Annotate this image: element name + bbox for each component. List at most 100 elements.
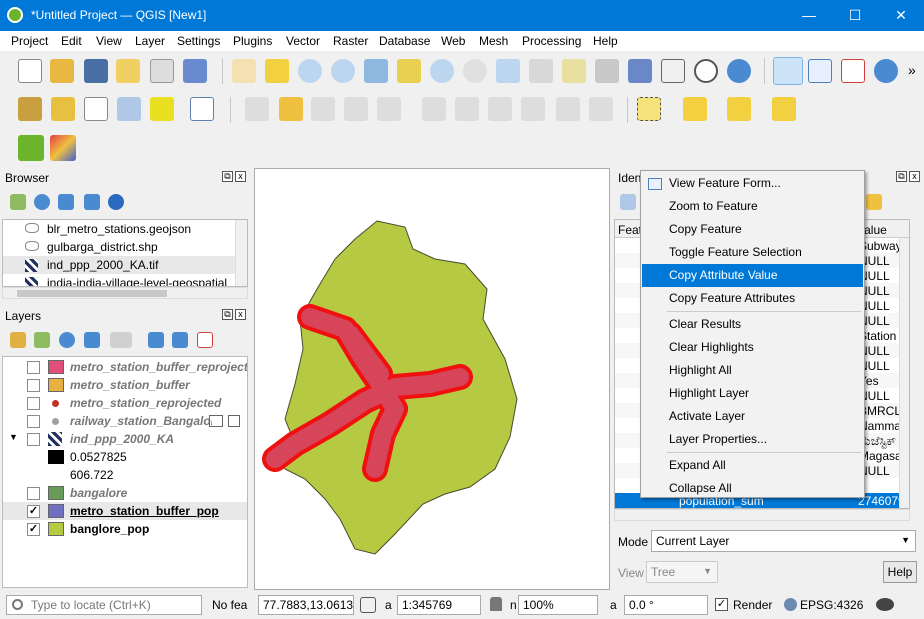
map-canvas[interactable] [254, 168, 610, 590]
cut-features-icon[interactable] [455, 97, 479, 121]
layer-item[interactable]: ✓ metro_station_buffer_pop [3, 502, 247, 520]
magnifier-field[interactable]: 100% [518, 595, 598, 615]
new-3d-map-icon[interactable] [595, 59, 619, 83]
layer-item[interactable]: metro_station_reprojected [3, 394, 247, 412]
layer-indicator-icon[interactable] [209, 415, 223, 427]
identify-settings-pencil-icon[interactable] [866, 194, 882, 210]
help-button[interactable]: Help [883, 561, 917, 583]
mouse-coordinate-icon[interactable] [360, 597, 376, 613]
layer-item[interactable]: railway_station_Bangalore [3, 412, 247, 430]
menu-plugins[interactable]: Plugins [233, 34, 272, 48]
new-map-view-icon[interactable] [562, 59, 586, 83]
layer-item[interactable]: metro_station_buffer [3, 376, 247, 394]
new-virtual-layer-icon[interactable] [150, 97, 174, 121]
float-panel-icon[interactable]: ⧉ [222, 171, 233, 182]
manage-visibility-eye-icon[interactable] [59, 332, 75, 348]
context-menu-item-copy-feature[interactable]: Copy Feature [642, 218, 863, 241]
locator-search-icon[interactable] [18, 135, 44, 161]
context-menu-item-collapse-all[interactable]: Collapse All [642, 477, 863, 500]
context-menu-item-clear-highlights[interactable]: Clear Highlights [642, 336, 863, 359]
menu-raster[interactable]: Raster [333, 34, 368, 48]
mode-select[interactable]: Current Layer ▼ [651, 530, 916, 552]
browser-item[interactable]: ind_ppp_2000_KA.tif [47, 256, 158, 274]
context-menu-item-view-feature-form[interactable]: View Feature Form... [642, 172, 863, 195]
undo-icon[interactable] [556, 97, 580, 121]
new-print-layout-icon[interactable] [116, 59, 140, 83]
browser-refresh-icon[interactable] [34, 194, 50, 210]
plugin-tool-icon[interactable] [50, 135, 76, 161]
layer-visibility-checkbox[interactable]: ✓ [27, 523, 40, 536]
layer-visibility-checkbox[interactable] [27, 379, 40, 392]
zoom-native-icon[interactable] [463, 59, 487, 83]
context-menu-item-toggle-feature-selection[interactable]: Toggle Feature Selection [642, 241, 863, 264]
zoom-full-icon[interactable] [364, 59, 388, 83]
refresh-icon[interactable] [727, 59, 751, 83]
coordinate-field[interactable]: 77.7883,13.0613 [258, 595, 354, 615]
layer-visibility-checkbox[interactable] [27, 397, 40, 410]
float-panel-icon[interactable]: ⧉ [896, 171, 907, 182]
layer-item[interactable]: ▼ ind_ppp_2000_KA [3, 430, 247, 448]
redo-icon[interactable] [589, 97, 613, 121]
collapse-all-layers-icon[interactable] [172, 332, 188, 348]
zoom-to-layer-icon[interactable] [430, 59, 454, 83]
context-menu-item-activate-layer[interactable]: Activate Layer [642, 405, 863, 428]
context-menu-item-expand-all[interactable]: Expand All [642, 454, 863, 477]
show-bookmarks-icon[interactable] [661, 59, 685, 83]
rotation-field[interactable]: 0.0 ° [624, 595, 708, 615]
menu-database[interactable]: Database [379, 34, 430, 48]
style-manager-icon[interactable] [150, 59, 174, 83]
new-geopackage-layer-icon[interactable] [51, 97, 75, 121]
more-tools-chevron-icon[interactable]: » [908, 62, 916, 78]
menu-web[interactable]: Web [441, 34, 465, 48]
layer-item[interactable]: ✓ banglore_pop [3, 520, 247, 538]
context-menu-item-zoom-to-feature[interactable]: Zoom to Feature [642, 195, 863, 218]
remove-layer-icon[interactable] [197, 332, 213, 348]
save-project-icon[interactable] [84, 59, 108, 83]
new-project-icon[interactable] [18, 59, 42, 83]
locator-input[interactable]: Type to locate (Ctrl+K) [6, 595, 202, 615]
crs-label[interactable]: EPSG:4326 [800, 598, 863, 612]
context-menu-item-copy-attribute-value[interactable]: Copy Attribute Value [642, 264, 863, 287]
results-horizontal-scrollbar[interactable] [614, 509, 910, 521]
select-by-location-icon[interactable] [772, 97, 796, 121]
open-project-icon[interactable] [50, 59, 74, 83]
new-temporary-layer-icon[interactable] [117, 97, 141, 121]
filter-indicator-icon[interactable] [228, 415, 240, 427]
render-checkbox[interactable]: ✓ [715, 598, 728, 611]
select-features-icon[interactable] [637, 97, 661, 121]
menu-mesh[interactable]: Mesh [479, 34, 508, 48]
menu-help[interactable]: Help [593, 34, 618, 48]
scale-field[interactable]: 1:345769 [397, 595, 481, 615]
add-selected-layers-icon[interactable] [10, 194, 26, 210]
context-menu-item-highlight-all[interactable]: Highlight All [642, 359, 863, 382]
layer-visibility-checkbox[interactable]: ✓ [27, 505, 40, 518]
context-menu-item-clear-results[interactable]: Clear Results [642, 313, 863, 336]
lock-scale-icon[interactable] [490, 597, 502, 611]
current-edits-icon[interactable] [245, 97, 269, 121]
vertex-tool-disabled-icon[interactable] [377, 97, 401, 121]
layer-visibility-checkbox[interactable] [27, 433, 40, 446]
context-menu-item-layer-properties[interactable]: Layer Properties... [642, 428, 863, 451]
settings-gear-icon[interactable] [874, 59, 898, 83]
identify-features-icon[interactable] [773, 57, 803, 85]
new-shapefile-icon[interactable] [84, 97, 108, 121]
close-panel-icon[interactable]: x [235, 171, 246, 182]
expand-all-icon[interactable] [148, 332, 164, 348]
menu-processing[interactable]: Processing [522, 34, 581, 48]
messages-icon[interactable] [876, 598, 894, 611]
zoom-out-icon[interactable] [331, 59, 355, 83]
new-bookmark-icon[interactable] [628, 59, 652, 83]
save-edits-icon[interactable] [311, 97, 335, 121]
view-select[interactable]: Tree ▼ [646, 561, 718, 583]
layer-item[interactable]: metro_station_buffer_reprojected [3, 358, 247, 376]
close-panel-icon[interactable]: x [235, 309, 246, 320]
results-vertical-scrollbar[interactable] [899, 238, 909, 508]
deselect-all-icon[interactable] [727, 97, 751, 121]
select-by-expression-icon[interactable] [683, 97, 707, 121]
add-feature-icon[interactable] [344, 97, 368, 121]
expand-tree-icon[interactable] [620, 194, 636, 210]
paste-features-icon[interactable] [521, 97, 545, 121]
python-console-icon[interactable] [183, 59, 207, 83]
layer-visibility-checkbox[interactable] [27, 361, 40, 374]
menu-settings[interactable]: Settings [177, 34, 220, 48]
